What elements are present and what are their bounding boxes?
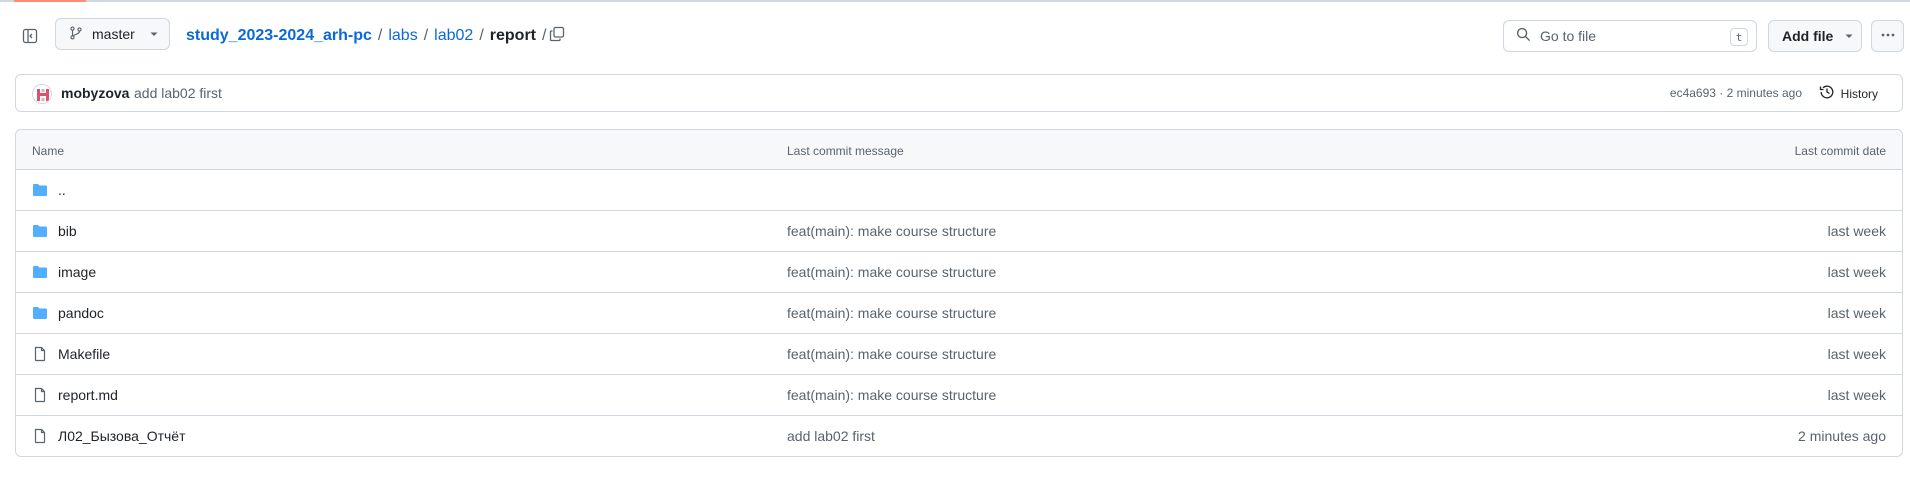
active-tab-underline <box>14 0 86 2</box>
commit-author[interactable]: mobyzova <box>61 85 129 101</box>
table-header: Name Last commit message Last commit dat… <box>16 130 1902 170</box>
table-row[interactable]: bib feat(main): make course structure la… <box>16 211 1902 252</box>
commit-message-cell[interactable]: feat(main): make course structure <box>787 305 996 321</box>
file-name[interactable]: pandoc <box>58 305 104 321</box>
git-branch-icon <box>69 25 83 43</box>
file-header: master study_2023-2024_arh-pc / labs / l… <box>0 14 1910 58</box>
breadcrumb-separator: / <box>377 27 383 44</box>
commit-date-cell: last week <box>1827 346 1886 362</box>
breadcrumb-repo-link[interactable]: study_2023-2024_arh-pc <box>186 27 372 45</box>
breadcrumb: study_2023-2024_arh-pc / labs / lab02 / … <box>186 25 552 47</box>
commit-message-cell[interactable]: feat(main): make course structure <box>787 223 996 239</box>
breadcrumb-separator: / <box>479 27 484 44</box>
branch-name: master <box>92 26 135 42</box>
breadcrumb-lab02-link[interactable]: lab02 <box>434 27 473 45</box>
go-to-file-placeholder: Go to file <box>1540 28 1597 44</box>
search-icon <box>1516 27 1531 45</box>
latest-commit-bar: mobyzova add lab02 first ec4a693 · 2 min… <box>15 74 1903 112</box>
chevron-down-icon <box>1844 28 1854 44</box>
commit-date-cell: last week <box>1827 305 1886 321</box>
avatar[interactable] <box>32 84 52 104</box>
table-row[interactable]: report.md feat(main): make course struct… <box>16 375 1902 416</box>
file-name[interactable]: .. <box>58 182 66 198</box>
breadcrumb-current: report <box>489 27 536 44</box>
file-icon <box>32 346 48 362</box>
folder-icon <box>32 223 48 239</box>
file-icon <box>32 428 48 444</box>
commit-date-cell: last week <box>1827 387 1886 403</box>
kebab-horizontal-icon <box>1880 27 1896 46</box>
breadcrumb-labs-link[interactable]: labs <box>388 27 417 45</box>
history-button[interactable]: History <box>1819 84 1878 103</box>
commit-meta[interactable]: ec4a693 · 2 minutes ago <box>1670 86 1802 100</box>
table-row[interactable]: Makefile feat(main): make course structu… <box>16 334 1902 375</box>
column-header-date: Last commit date <box>1794 144 1886 158</box>
column-header-message: Last commit message <box>787 144 904 158</box>
go-to-file-input[interactable]: Go to file t <box>1503 20 1757 52</box>
file-name[interactable]: bib <box>58 223 77 239</box>
file-name[interactable]: image <box>58 264 96 280</box>
table-row[interactable]: Л02_Бызова_Отчёт add lab02 first 2 minut… <box>16 416 1902 456</box>
add-file-label: Add file <box>1782 28 1834 44</box>
sidebar-toggle-icon[interactable] <box>18 24 42 48</box>
folder-icon <box>32 182 48 198</box>
chevron-down-icon <box>149 26 159 42</box>
table-row[interactable]: pandoc feat(main): make course structure… <box>16 293 1902 334</box>
file-name[interactable]: Makefile <box>58 346 110 362</box>
file-icon <box>32 387 48 403</box>
table-row[interactable]: image feat(main): make course structure … <box>16 252 1902 293</box>
breadcrumb-separator: / <box>423 27 429 44</box>
commit-message-cell[interactable]: feat(main): make course structure <box>787 387 996 403</box>
commit-date-cell: 2 minutes ago <box>1798 428 1886 444</box>
more-options-button[interactable] <box>1871 20 1904 52</box>
table-row[interactable]: .. <box>16 170 1902 211</box>
commit-message-cell[interactable]: add lab02 first <box>787 428 875 444</box>
branch-selector-button[interactable]: master <box>55 18 170 50</box>
commit-message-cell[interactable]: feat(main): make course structure <box>787 264 996 280</box>
file-name[interactable]: Л02_Бызова_Отчёт <box>58 428 186 444</box>
file-table: Name Last commit message Last commit dat… <box>15 129 1903 457</box>
file-name[interactable]: report.md <box>58 387 118 403</box>
history-label: History <box>1840 86 1878 101</box>
history-icon <box>1819 84 1835 103</box>
top-border <box>0 0 1910 2</box>
commit-date-cell: last week <box>1827 264 1886 280</box>
commit-message[interactable]: add lab02 first <box>134 85 222 101</box>
copy-path-icon[interactable] <box>546 23 568 45</box>
commit-message-cell[interactable]: feat(main): make course structure <box>787 346 996 362</box>
commit-date-cell: last week <box>1827 223 1886 239</box>
folder-icon <box>32 264 48 280</box>
folder-icon <box>32 305 48 321</box>
column-header-name: Name <box>32 144 65 158</box>
add-file-button[interactable]: Add file <box>1768 20 1862 52</box>
keyboard-shortcut-hint: t <box>1730 28 1748 46</box>
